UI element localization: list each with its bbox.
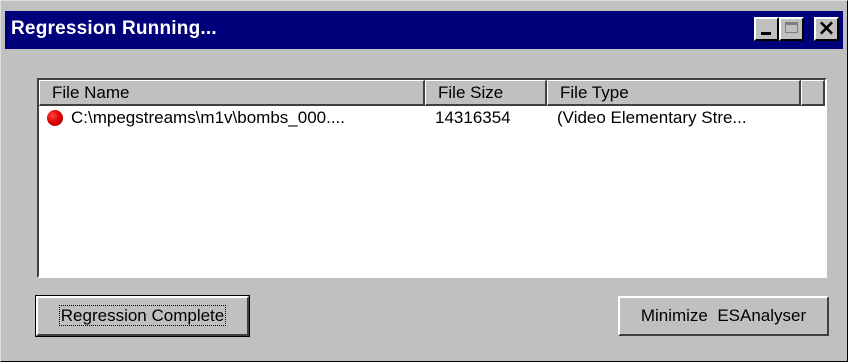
close-window-button[interactable]: × bbox=[814, 16, 839, 41]
regression-complete-button[interactable]: Regression Complete bbox=[35, 295, 250, 337]
column-header-file-size[interactable]: File Size bbox=[425, 80, 547, 106]
file-list[interactable]: File Name File Size File Type C:\mpegstr… bbox=[37, 78, 827, 278]
column-header-file-name[interactable]: File Name bbox=[39, 80, 425, 106]
file-name-cell: C:\mpegstreams\m1v\bombs_000.... bbox=[71, 108, 346, 127]
column-header-filler[interactable] bbox=[801, 80, 825, 106]
minimize-esanalyser-button[interactable]: Minimize ESAnalyser bbox=[618, 296, 829, 336]
minimize-window-button[interactable] bbox=[754, 17, 779, 41]
column-header-file-type[interactable]: File Type bbox=[547, 80, 801, 106]
minimize-icon bbox=[761, 32, 771, 35]
close-icon: × bbox=[817, 16, 836, 41]
list-header: File Name File Size File Type bbox=[39, 80, 825, 106]
maximize-icon bbox=[785, 22, 798, 33]
regression-complete-label: Regression Complete bbox=[58, 305, 227, 326]
minimize-esanalyser-label: Minimize ESAnalyser bbox=[640, 306, 807, 325]
file-size-cell: 14316354 bbox=[435, 108, 511, 127]
title-bar[interactable]: Regression Running... × bbox=[5, 11, 843, 49]
window-title: Regression Running... bbox=[11, 18, 217, 39]
list-item[interactable]: C:\mpegstreams\m1v\bombs_000.... 1431635… bbox=[39, 107, 825, 131]
error-status-icon bbox=[47, 110, 63, 126]
maximize-window-button[interactable] bbox=[779, 17, 804, 41]
regression-dialog: Regression Running... × File Name File S… bbox=[0, 0, 848, 362]
file-type-cell: (Video Elementary Stre... bbox=[557, 108, 747, 127]
